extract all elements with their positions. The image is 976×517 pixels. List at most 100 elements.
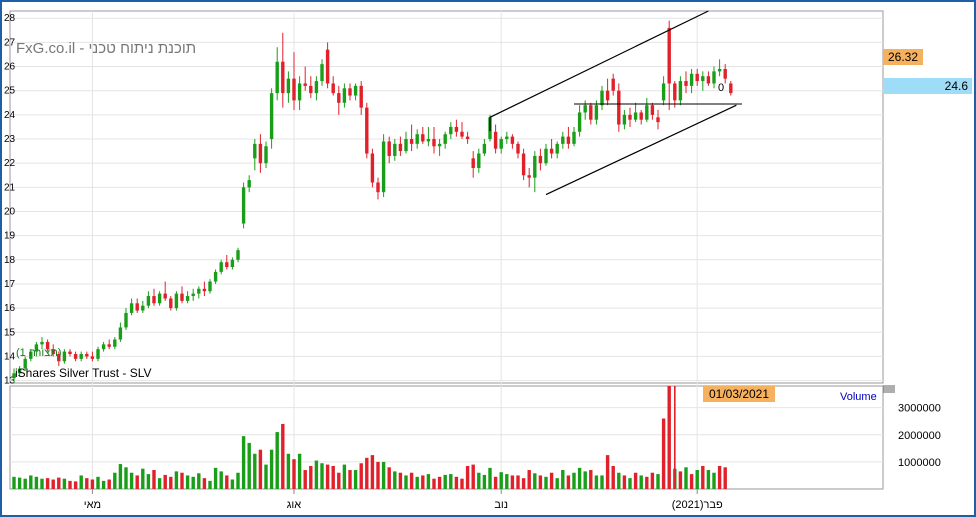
candle-body xyxy=(197,288,201,294)
candle-body xyxy=(202,288,207,292)
volume-bar xyxy=(505,474,509,489)
volume-bar xyxy=(717,465,722,489)
candle-body xyxy=(684,81,688,86)
volume-bar xyxy=(141,468,145,489)
volume-bar xyxy=(163,474,167,489)
volume-bar xyxy=(661,418,666,489)
volume-bar xyxy=(365,457,369,489)
volume-bar xyxy=(85,478,89,489)
volume-bar xyxy=(701,465,705,489)
candle-body xyxy=(505,136,509,140)
candle-body xyxy=(723,68,727,79)
volume-bar xyxy=(499,472,503,489)
candle-body xyxy=(152,296,156,304)
volume-title: Volume xyxy=(840,391,877,403)
volume-bar xyxy=(12,476,16,489)
candle-body xyxy=(309,85,313,94)
candle-body xyxy=(163,293,167,299)
volume-bar xyxy=(723,467,727,489)
volume-bar xyxy=(325,464,330,489)
candle-body xyxy=(118,327,123,340)
volume-bar xyxy=(488,467,492,489)
volume-bar xyxy=(538,475,543,489)
volume-bar xyxy=(253,453,257,489)
candle-body xyxy=(471,158,475,169)
volume-bar xyxy=(225,475,229,489)
candle-body xyxy=(297,83,302,101)
candle-body xyxy=(421,134,425,142)
volume-bar xyxy=(561,470,565,489)
candle-body xyxy=(566,136,571,144)
volume-bar xyxy=(611,465,615,489)
candle-body xyxy=(113,339,117,347)
candle-body xyxy=(129,303,134,313)
candle-body xyxy=(678,81,683,101)
date-tag: 01/03/2021 xyxy=(703,386,775,402)
price-tick-label: 16 xyxy=(4,303,16,314)
volume-bar xyxy=(622,475,627,489)
volume-bar xyxy=(471,464,475,489)
volume-bar xyxy=(264,464,268,489)
volume-bar xyxy=(387,467,391,489)
candle-body xyxy=(432,139,436,147)
volume-bar xyxy=(583,471,587,489)
candle-body xyxy=(426,139,431,142)
candle-body xyxy=(460,131,464,137)
candle-body xyxy=(650,105,655,115)
volume-tick-label: 3000000 xyxy=(898,403,941,415)
volume-bar xyxy=(191,476,195,489)
volume-bar xyxy=(303,470,307,489)
volume-bar xyxy=(449,474,453,489)
volume-bar xyxy=(45,478,50,489)
candle-body xyxy=(409,139,414,144)
volume-bar xyxy=(320,463,324,489)
candle-body xyxy=(292,78,296,101)
volume-bar xyxy=(639,475,643,489)
volume-bar xyxy=(29,475,33,489)
volume-bar xyxy=(566,475,571,489)
candle-body xyxy=(533,155,537,178)
candle-body xyxy=(342,88,347,103)
volume-bar xyxy=(432,478,436,489)
volume-bar xyxy=(359,463,363,489)
volume-bar xyxy=(185,475,190,489)
candle-body xyxy=(605,90,610,101)
volume-bar xyxy=(17,477,22,489)
candle-body xyxy=(230,259,235,268)
candle-body xyxy=(359,85,363,108)
candle-body xyxy=(527,175,531,178)
volume-bar xyxy=(258,449,263,489)
volume-bar xyxy=(667,386,671,489)
candle-body xyxy=(729,83,733,94)
watermark: FxG.co.il - תוכנת ניתוח טכני xyxy=(16,40,197,57)
volume-bar xyxy=(118,464,123,489)
volume-bar xyxy=(376,461,380,489)
candle-body xyxy=(656,117,660,123)
volume-bar xyxy=(477,472,481,489)
candle-body xyxy=(387,141,391,156)
candle-body xyxy=(499,139,503,149)
candle-body xyxy=(376,182,380,193)
volume-bar xyxy=(437,476,442,489)
volume-bar xyxy=(230,479,235,489)
candle-body xyxy=(521,153,526,176)
volume-bar xyxy=(40,478,44,489)
candle-body xyxy=(437,143,442,147)
volume-bar xyxy=(645,476,649,489)
volume-bar xyxy=(286,453,291,489)
candle-body xyxy=(68,351,72,355)
volume-bar xyxy=(398,472,403,489)
candle-body xyxy=(555,143,559,154)
candle-body xyxy=(208,281,212,292)
volume-bar xyxy=(62,478,67,489)
volume-bar xyxy=(157,478,162,489)
candle-body xyxy=(180,293,184,301)
x-tick-label: פבר(2021) xyxy=(672,499,723,511)
volume-bar xyxy=(247,442,251,489)
candle-body xyxy=(169,298,173,309)
candle-body xyxy=(146,296,151,306)
candle-body xyxy=(191,293,195,297)
candle-body xyxy=(454,126,459,132)
chart-canvas: 1314151617181920212223242526272810000002… xyxy=(4,10,941,511)
candle-body xyxy=(482,143,487,154)
